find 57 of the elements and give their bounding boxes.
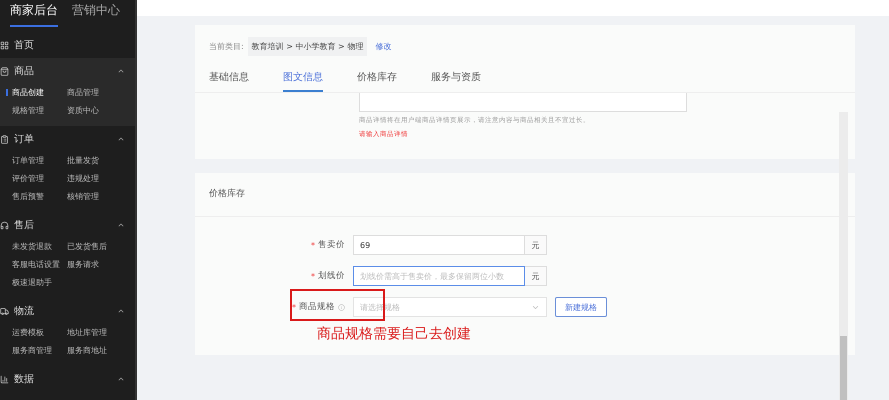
sidebar-item[interactable]: 客服电话设置 (6, 256, 60, 274)
grid-icon (0, 40, 9, 50)
annotation-text: 商品规格需要自己去创建 (316, 325, 472, 343)
sidebar-item[interactable]: 评价管理 (6, 170, 44, 188)
sidebar-item[interactable]: 未发货退款 (6, 238, 52, 256)
tab[interactable]: 服务与资质 (431, 70, 481, 92)
truck-icon (0, 306, 9, 316)
sidebar-item[interactable]: 极速退助手 (6, 274, 52, 292)
sidebar-item[interactable]: 批量发货 (61, 152, 99, 170)
sidebar-item[interactable]: 订单管理 (6, 152, 44, 170)
sidebar-group[interactable]: 售后 (14, 218, 117, 232)
clipboard-icon (0, 134, 9, 144)
top-tab[interactable]: 营销中心 (72, 2, 120, 27)
required-mark: * (311, 240, 315, 250)
sidebar-group[interactable]: 数据 (14, 372, 117, 386)
tab[interactable]: 基础信息 (209, 70, 249, 92)
sidebar-item[interactable]: 售后预警 (6, 188, 44, 206)
field-label: 商品规格 (299, 301, 335, 313)
chevron-icon[interactable] (117, 67, 125, 75)
sidebar-item[interactable]: 商品创建 (6, 84, 44, 102)
sidebar-group[interactable]: 物流 (14, 304, 117, 318)
sidebar-item[interactable]: 规格管理 (6, 102, 44, 120)
sidebar-item[interactable]: 核销管理 (61, 188, 99, 206)
price-input[interactable]: 69 (353, 235, 525, 255)
category-label: 当前类目: (209, 41, 244, 52)
required-mark: * (292, 302, 296, 312)
required-mark: * (311, 272, 315, 280)
sidebar-item[interactable]: 运费模板 (6, 324, 44, 342)
unit-label: 元 (525, 235, 547, 255)
field-label: 划线价 (318, 270, 345, 282)
field-label: 售卖价 (318, 239, 345, 251)
chevron-icon[interactable] (117, 307, 125, 315)
sidebar-item[interactable]: 商品管理 (61, 84, 99, 102)
top-tab[interactable]: 商家后台 (10, 2, 58, 27)
sidebar-item[interactable]: 资质中心 (61, 102, 99, 120)
sidebar-item[interactable]: 地址库管理 (61, 324, 107, 342)
chevron-icon[interactable] (117, 221, 125, 229)
bar-chart-icon (0, 374, 9, 384)
new-spec-button[interactable]: 新建规格 (555, 297, 607, 317)
tab[interactable]: 价格库存 (357, 70, 397, 92)
edit-link[interactable]: 修改 (375, 41, 392, 52)
chevron-icon[interactable] (117, 375, 125, 383)
category-path: 教育培训 > 中小学教育 > 物理 (248, 37, 368, 56)
sidebar-item[interactable]: 服务请求 (61, 256, 99, 274)
bag-icon (0, 66, 9, 76)
sidebar-item[interactable]: 违规处理 (61, 170, 99, 188)
sidebar-item[interactable]: 已发货售后 (61, 238, 107, 256)
scrollbar[interactable] (839, 112, 848, 400)
sidebar-item[interactable]: 服务商管理 (6, 342, 52, 360)
tab[interactable]: 图文信息 (283, 70, 323, 92)
sidebar-group[interactable]: 首页 (14, 38, 125, 52)
sidebar-group[interactable]: 订单 (14, 132, 117, 146)
chevron-icon[interactable] (117, 135, 125, 143)
sidebar-item[interactable]: 服务商地址 (61, 342, 107, 360)
unit-label: 元 (525, 266, 547, 286)
price-input[interactable]: 划线价需高于售卖价，最多保留两位小数 (353, 266, 525, 286)
headphones-icon (0, 220, 9, 230)
